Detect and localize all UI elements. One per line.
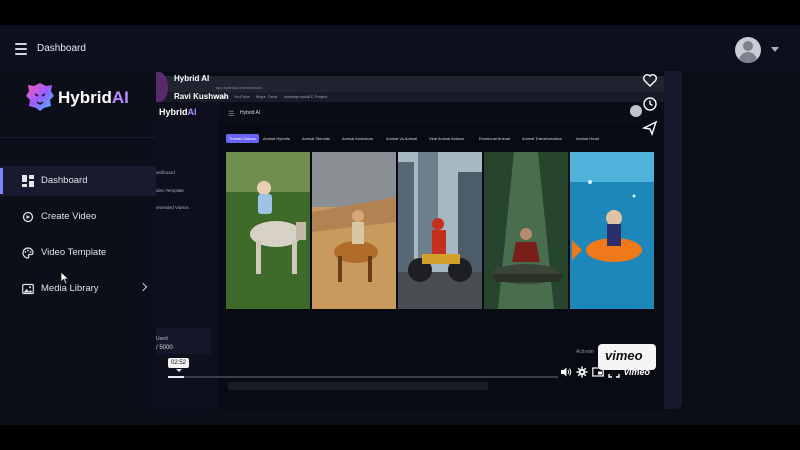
volume-icon[interactable] [560,366,572,378]
inner-bookmark: CC Project [308,94,328,99]
letterbox-bottom [0,425,800,450]
chevron-right-icon [138,282,148,292]
inner-url: app.hybridai.io/dashboard [216,85,263,90]
inner-logo: HybridAI [159,107,197,117]
sidebar-item-create-video[interactable]: Create Video [0,202,156,232]
image-icon [22,283,34,295]
sidebar-item-dashboard[interactable]: Dashboard [0,166,156,196]
sidebar-item-video-template[interactable]: Video Template [0,238,156,268]
page-title: Dashboard [37,43,86,54]
inner-title: Hybrid AI [240,110,261,116]
inner-taskbar [228,382,488,390]
video-frame: app.hybridai.io/dashboard Gmail YouTube … [156,72,664,410]
inner-bookmark: YouTube [234,94,250,99]
video-thumbnail [312,152,396,309]
settings-icon[interactable] [576,366,588,378]
inner-menu-icon: ☰ [228,111,235,118]
sidebar: HybridAI Dashboard Create Video Video Te… [0,71,156,425]
video-author[interactable]: Ravi Kushwah [174,92,229,101]
inner-tab: Emotional Animal [479,136,510,141]
inner-browser-bar: app.hybridai.io/dashboard [156,76,664,92]
progress-fill [168,376,184,378]
inner-tab: Trained Videos [226,134,259,143]
palette-icon [22,247,34,259]
inner-tab: Viral Animal Actions [429,136,465,141]
inner-tab: Animal Steroids [302,136,331,141]
sidebar-divider [0,137,156,138]
inner-tab: Animal Transformation [522,136,563,141]
vimeo-logo[interactable]: vimeo [624,367,650,377]
clock-icon[interactable] [642,96,658,112]
inner-nav-item: enerated Videos [156,205,189,210]
inner-tab: Animal Ancestors [342,136,373,141]
brand-logo[interactable]: HybridAI [24,79,144,119]
video-title[interactable]: Hybrid AI [174,74,209,83]
heart-icon[interactable] [642,72,658,88]
video-thumbnail [570,152,654,309]
brand-name: HybridAI [58,88,129,107]
usage-value: / 5000 [156,345,173,351]
mouse-cursor-icon [60,271,70,285]
video-thumbnail [398,152,482,309]
sidebar-item-label: Create Video [41,211,97,222]
usage-label: Used [156,336,168,342]
activate-text: Activate [576,349,594,355]
top-header: Dashboard [0,25,800,71]
video-thumbnail [484,152,568,309]
player-frame-edge [664,71,682,409]
inner-tab: Animal Hybrids [263,136,290,141]
letterbox-top [0,0,800,25]
inner-nav-item: ashboard [156,170,175,175]
video-plus-icon [22,211,34,223]
sidebar-item-media-library[interactable]: Media Library [0,274,156,304]
progress-bar[interactable] [168,376,558,378]
avatar[interactable] [735,37,761,63]
timestamp-tooltip: 02:52 [168,358,190,372]
share-icon[interactable] [642,120,658,136]
chevron-down-icon[interactable] [771,47,779,52]
video-player[interactable]: app.hybridai.io/dashboard Gmail YouTube … [156,72,664,410]
app-window: Dashboard HybridAI Dashboard Create Vide… [0,25,800,425]
inner-bookmarks [156,92,664,102]
inner-bookmark: adamsproudct [284,94,310,99]
sidebar-item-label: Dashboard [41,175,88,186]
menu-icon[interactable] [15,43,27,55]
video-thumbnail [226,152,310,309]
inner-tab: Animal Vs Animal [386,136,418,141]
inner-avatar [630,105,642,117]
inner-bookmark: Maps [256,94,266,99]
inner-tab: Animal Head [576,136,599,141]
inner-bookmark: Drive [268,94,278,99]
grid-icon [22,175,34,187]
sidebar-item-label: Video Template [41,247,107,258]
lion-logo-icon [26,83,54,111]
inner-nav-item: ideo Template [156,188,184,193]
